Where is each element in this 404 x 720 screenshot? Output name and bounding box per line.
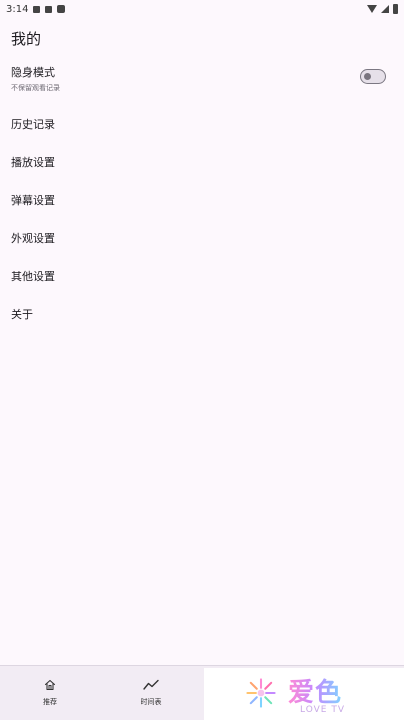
status-right xyxy=(367,4,398,14)
battery-icon xyxy=(393,4,398,14)
watermark-subtext: LOVE TV xyxy=(300,705,345,715)
settings-item-label: 关于 xyxy=(11,308,33,321)
settings-item-label: 播放设置 xyxy=(11,156,55,169)
toggle-knob xyxy=(364,72,371,80)
settings-item-history[interactable]: 历史记录 xyxy=(11,116,404,132)
settings-item-incognito[interactable]: 隐身模式 不保留观看记录 xyxy=(11,64,404,93)
settings-item-appearance[interactable]: 外观设置 xyxy=(11,230,404,246)
signal-icon xyxy=(381,5,389,13)
settings-item-label: 其他设置 xyxy=(11,270,55,283)
status-left: 3:14 xyxy=(6,3,66,15)
nav-item-recommend[interactable]: 推荐 xyxy=(0,666,100,720)
settings-item-label: 外观设置 xyxy=(11,232,55,245)
watermark-text: 爱色 xyxy=(288,672,342,709)
nav-item-label: 时间表 xyxy=(140,698,162,706)
nav-item-label: 推荐 xyxy=(43,698,57,706)
page-title: 我的 xyxy=(11,30,42,48)
settings-item-subtitle: 不保留观看记录 xyxy=(11,84,60,92)
notification-icon xyxy=(57,5,66,13)
watermark-logo-icon xyxy=(246,678,276,708)
settings-item-danmaku[interactable]: 弹幕设置 xyxy=(11,192,404,208)
watermark: 爱色 LOVE TV xyxy=(204,668,404,720)
settings-item-other[interactable]: 其他设置 xyxy=(11,268,404,284)
settings-item-label: 历史记录 xyxy=(11,118,55,131)
settings-item-about[interactable]: 关于 xyxy=(11,306,404,322)
wifi-icon xyxy=(367,5,377,13)
notification-icon xyxy=(45,5,53,13)
nav-item-schedule[interactable]: 时间表 xyxy=(100,666,202,720)
status-bar: 3:14 xyxy=(0,0,404,18)
settings-item-label: 隐身模式 xyxy=(11,66,55,79)
incognito-toggle[interactable] xyxy=(360,69,386,84)
settings-item-playback[interactable]: 播放设置 xyxy=(11,154,404,170)
settings-item-label: 弹幕设置 xyxy=(11,194,55,207)
trend-icon xyxy=(143,679,159,691)
home-icon xyxy=(44,679,56,691)
notification-icon xyxy=(33,5,41,13)
status-time: 3:14 xyxy=(6,3,29,15)
